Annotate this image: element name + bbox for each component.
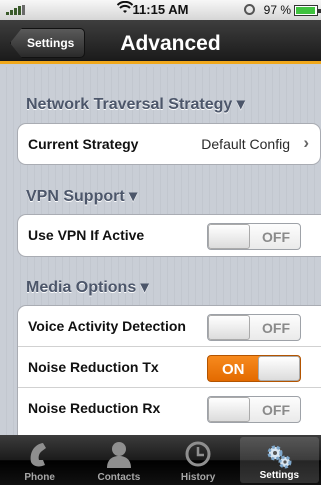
vad-label: Voice Activity Detection <box>28 318 186 334</box>
current-strategy-value: Default Config <box>201 136 290 152</box>
phone-icon <box>25 440 55 468</box>
tab-bar: Phone Contacts History Settings <box>0 435 321 485</box>
current-strategy-row[interactable]: Current Strategy Default Config › <box>18 124 320 164</box>
tab-contacts[interactable]: Contacts <box>79 435 158 485</box>
page-title: Advanced <box>120 32 221 55</box>
toggle-knob <box>208 224 250 249</box>
status-bar: 11:15 AM 97 % <box>0 0 321 20</box>
use-vpn-row: Use VPN If Active OFF <box>18 215 321 256</box>
toggle-state: OFF <box>262 229 290 245</box>
noise-reduction-tx-label: Noise Reduction Tx <box>28 359 159 375</box>
tab-history[interactable]: History <box>159 435 238 485</box>
battery-icon <box>294 5 321 16</box>
toggle-state: ON <box>222 361 245 378</box>
tab-phone[interactable]: Phone <box>0 435 79 485</box>
toggle-knob <box>208 397 250 422</box>
tab-label: History <box>180 472 216 483</box>
vad-toggle[interactable]: OFF <box>207 314 301 341</box>
vpn-section-header[interactable]: VPN Support ▾ <box>26 186 137 206</box>
clock-icon <box>183 440 213 468</box>
chevron-right-icon: › <box>303 133 309 152</box>
toggle-state: OFF <box>262 402 290 418</box>
media-section-header[interactable]: Media Options ▾ <box>26 277 149 297</box>
noise-reduction-rx-row: Noise Reduction Rx OFF <box>18 388 321 429</box>
alarm-icon <box>244 4 255 15</box>
vad-row: Voice Activity Detection OFF <box>18 306 321 347</box>
tab-label: Settings <box>259 470 300 481</box>
toggle-knob <box>258 356 300 381</box>
gears-icon <box>264 442 294 470</box>
toggle-knob <box>208 315 250 340</box>
noise-reduction-rx-toggle[interactable]: OFF <box>207 396 301 423</box>
battery-percent: 97 % <box>263 3 291 17</box>
tab-label: Phone <box>24 472 55 483</box>
current-strategy-label: Current Strategy <box>28 136 139 152</box>
network-group: Current Strategy Default Config › <box>17 123 321 165</box>
use-vpn-label: Use VPN If Active <box>28 227 145 243</box>
media-group: Voice Activity Detection OFF Noise Reduc… <box>17 305 321 435</box>
noise-reduction-tx-toggle[interactable]: ON <box>207 355 301 382</box>
navigation-bar: Settings Advanced <box>0 20 321 64</box>
use-vpn-toggle[interactable]: OFF <box>207 223 301 250</box>
tab-settings[interactable]: Settings <box>239 437 319 483</box>
toggle-state: OFF <box>262 320 290 336</box>
vpn-group: Use VPN If Active OFF <box>17 214 321 257</box>
settings-list[interactable]: Network Traversal Strategy ▾ Current Str… <box>0 67 321 435</box>
network-section-header[interactable]: Network Traversal Strategy ▾ <box>26 94 245 114</box>
noise-reduction-tx-row: Noise Reduction Tx ON <box>18 347 321 388</box>
tab-label: Contacts <box>97 472 141 483</box>
noise-reduction-rx-label: Noise Reduction Rx <box>28 400 161 416</box>
contacts-icon <box>104 440 134 468</box>
